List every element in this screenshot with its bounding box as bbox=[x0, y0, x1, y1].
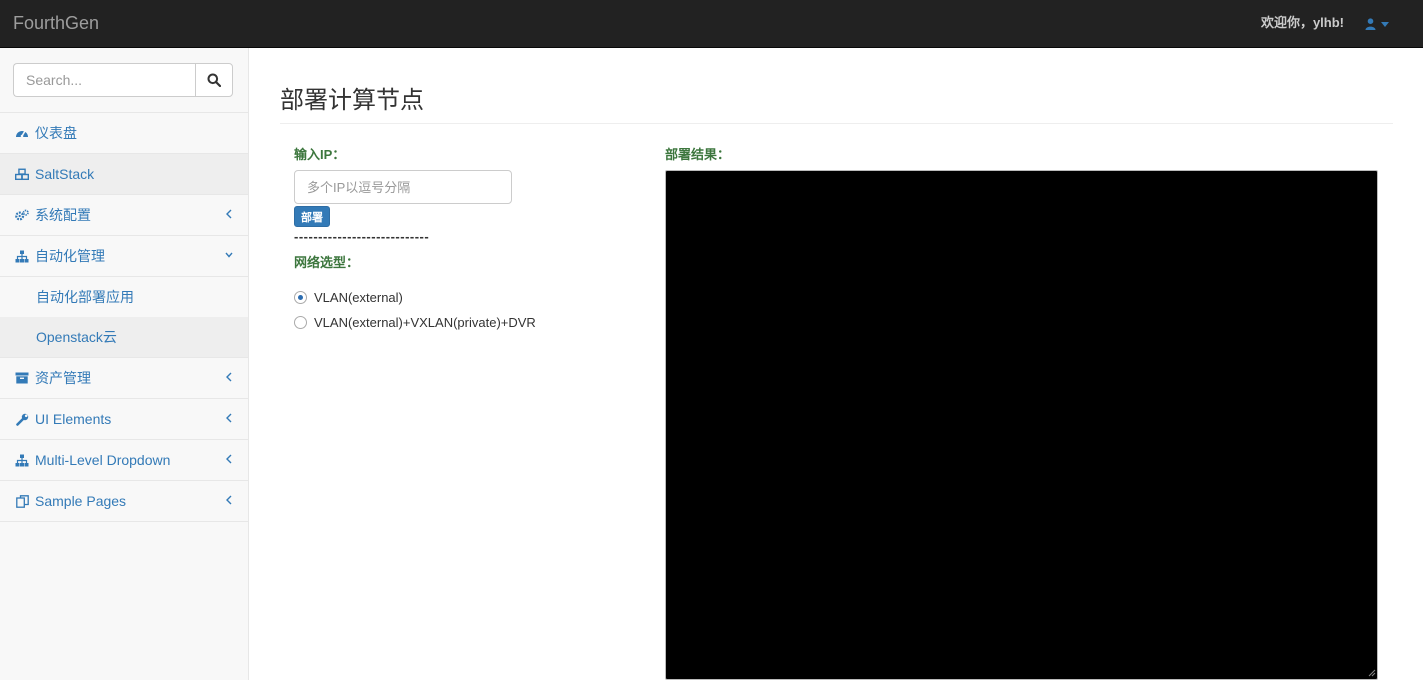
sidebar-item-assets[interactable]: 资产管理 bbox=[0, 358, 248, 399]
sidebar-item-multi-level-dropdown[interactable]: Multi-Level Dropdown bbox=[0, 440, 248, 481]
ip-label: 输入IP： bbox=[294, 147, 346, 162]
cubes-icon bbox=[15, 168, 29, 180]
wrench-icon bbox=[15, 413, 28, 426]
page-title: 部署计算节点 bbox=[280, 87, 424, 114]
sidebar-item-ui-elements[interactable]: UI Elements bbox=[0, 399, 248, 440]
radio-button-checked[interactable] bbox=[294, 291, 307, 304]
search-icon bbox=[207, 73, 221, 87]
sidebar-item-label: 系统配置 bbox=[35, 207, 91, 223]
chevron-left-icon bbox=[226, 413, 232, 423]
chevron-left-icon bbox=[226, 454, 232, 464]
sidebar-item-sample-pages[interactable]: Sample Pages bbox=[0, 481, 248, 522]
submenu-item-openstack[interactable]: Openstack云 bbox=[0, 317, 248, 357]
files-icon bbox=[15, 494, 29, 508]
welcome-text: 欢迎你，ylhb! bbox=[1260, 15, 1344, 30]
submenu-item-auto-deploy[interactable]: 自动化部署应用 bbox=[0, 277, 248, 317]
user-dropdown-toggle[interactable] bbox=[1365, 14, 1395, 34]
dashboard-icon bbox=[16, 130, 28, 138]
sidebar-item-dashboard[interactable]: 仪表盘 bbox=[0, 113, 248, 154]
sidebar-item-label: SaltStack bbox=[35, 166, 95, 182]
top-navbar: FourthGen 欢迎你，ylhb! bbox=[0, 0, 1423, 48]
sidebar-item-label: 仪表盘 bbox=[35, 125, 77, 141]
sitemap-icon bbox=[15, 250, 29, 262]
deploy-button[interactable]: 部署 bbox=[294, 206, 330, 227]
network-option-vlan[interactable]: VLAN(external) bbox=[294, 290, 403, 305]
user-icon bbox=[1365, 18, 1376, 30]
separator-text: ---------------------------- bbox=[294, 229, 430, 244]
sidebar-search bbox=[13, 63, 233, 97]
radio-label: VLAN(external) bbox=[314, 290, 403, 305]
sidebar-item-automation[interactable]: 自动化管理 bbox=[0, 236, 248, 277]
chevron-down-icon bbox=[225, 252, 233, 258]
sidebar-item-label: Sample Pages bbox=[35, 493, 127, 509]
brand-logo[interactable]: FourthGen bbox=[13, 13, 99, 33]
sitemap-icon bbox=[15, 454, 29, 466]
sidebar-item-saltstack[interactable]: SaltStack bbox=[0, 154, 248, 195]
sidebar: 仪表盘 SaltStack 系统配置 自动化管理 自动化部署应用 Opensta… bbox=[0, 48, 249, 680]
search-input[interactable] bbox=[13, 63, 195, 97]
search-button[interactable] bbox=[195, 63, 233, 97]
chevron-left-icon bbox=[226, 495, 232, 505]
cogs-icon bbox=[15, 209, 29, 220]
resize-grip-icon[interactable] bbox=[1366, 667, 1376, 677]
sidebar-item-label: 资产管理 bbox=[35, 370, 91, 386]
sidebar-item-label: Multi-Level Dropdown bbox=[35, 452, 171, 468]
network-option-vlan-vxlan-dvr[interactable]: VLAN(external)+VXLAN(private)+DVR bbox=[294, 315, 536, 330]
result-label: 部署结果： bbox=[665, 147, 731, 162]
ip-input[interactable] bbox=[294, 170, 512, 204]
sidebar-menu: 仪表盘 SaltStack 系统配置 自动化管理 自动化部署应用 Opensta… bbox=[0, 112, 248, 522]
archive-icon bbox=[15, 372, 29, 384]
caret-down-icon bbox=[1381, 21, 1389, 27]
sidebar-item-label: 自动化管理 bbox=[35, 248, 105, 264]
chevron-left-icon bbox=[226, 372, 232, 382]
automation-submenu: 自动化部署应用 Openstack云 bbox=[0, 277, 248, 358]
deploy-result-output[interactable] bbox=[665, 170, 1378, 680]
radio-button[interactable] bbox=[294, 316, 307, 329]
sidebar-item-label: UI Elements bbox=[35, 411, 112, 427]
chevron-left-icon bbox=[226, 209, 232, 219]
title-divider bbox=[280, 123, 1393, 124]
network-label: 网络选型： bbox=[294, 255, 360, 270]
sidebar-item-system-config[interactable]: 系统配置 bbox=[0, 195, 248, 236]
radio-label: VLAN(external)+VXLAN(private)+DVR bbox=[314, 315, 536, 330]
